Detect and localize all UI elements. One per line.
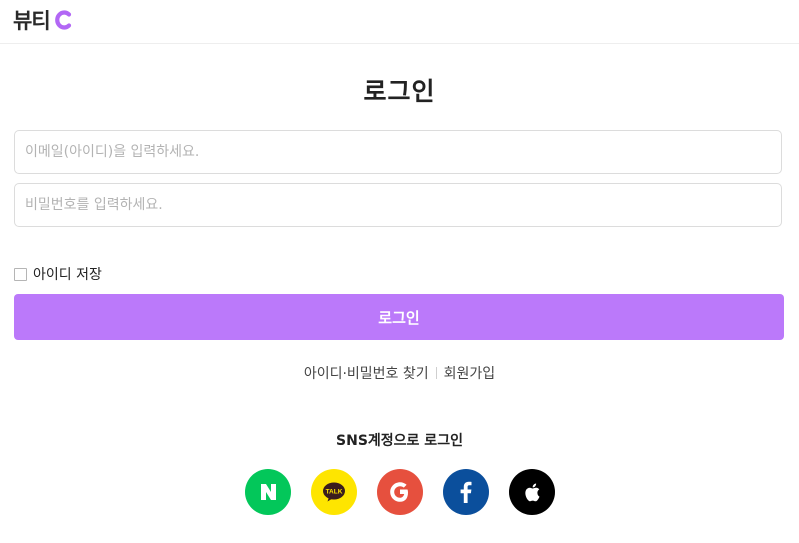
site-header: 뷰티	[0, 0, 799, 44]
apple-icon	[524, 483, 539, 502]
account-links: 아이디·비밀번호 찾기 회원가입	[0, 363, 799, 383]
signup-link[interactable]: 회원가입	[444, 363, 496, 383]
password-field[interactable]	[14, 183, 782, 227]
kakao-login-button[interactable]: TALK	[310, 469, 357, 515]
facebook-icon	[460, 481, 471, 503]
logo-c-icon	[54, 10, 71, 30]
email-field[interactable]	[14, 130, 782, 174]
facebook-login-button[interactable]	[442, 469, 489, 515]
remember-id-label: 아이디 저장	[33, 267, 102, 283]
kakao-talk-icon: TALK	[322, 482, 345, 502]
find-id-password-link[interactable]: 아이디·비밀번호 찾기	[304, 363, 429, 383]
remember-id-checkbox[interactable]	[14, 267, 27, 281]
kakao-talk-text: TALK	[325, 489, 342, 496]
link-divider	[435, 367, 437, 379]
sns-login-title: SNS계정으로 로그인	[336, 433, 463, 449]
naver-login-button[interactable]	[244, 469, 291, 515]
google-login-button[interactable]	[376, 469, 423, 515]
brand-logo[interactable]: 뷰티	[13, 6, 73, 34]
naver-icon	[260, 484, 276, 500]
apple-login-button[interactable]	[508, 469, 555, 515]
remember-id-option[interactable]: 아이디 저장	[14, 265, 102, 283]
page-title: 로그인	[363, 77, 436, 106]
sns-login-buttons: TALK	[0, 469, 799, 515]
login-button[interactable]: 로그인	[14, 294, 784, 340]
logo-text: 뷰티	[13, 9, 51, 33]
google-icon	[389, 482, 408, 502]
